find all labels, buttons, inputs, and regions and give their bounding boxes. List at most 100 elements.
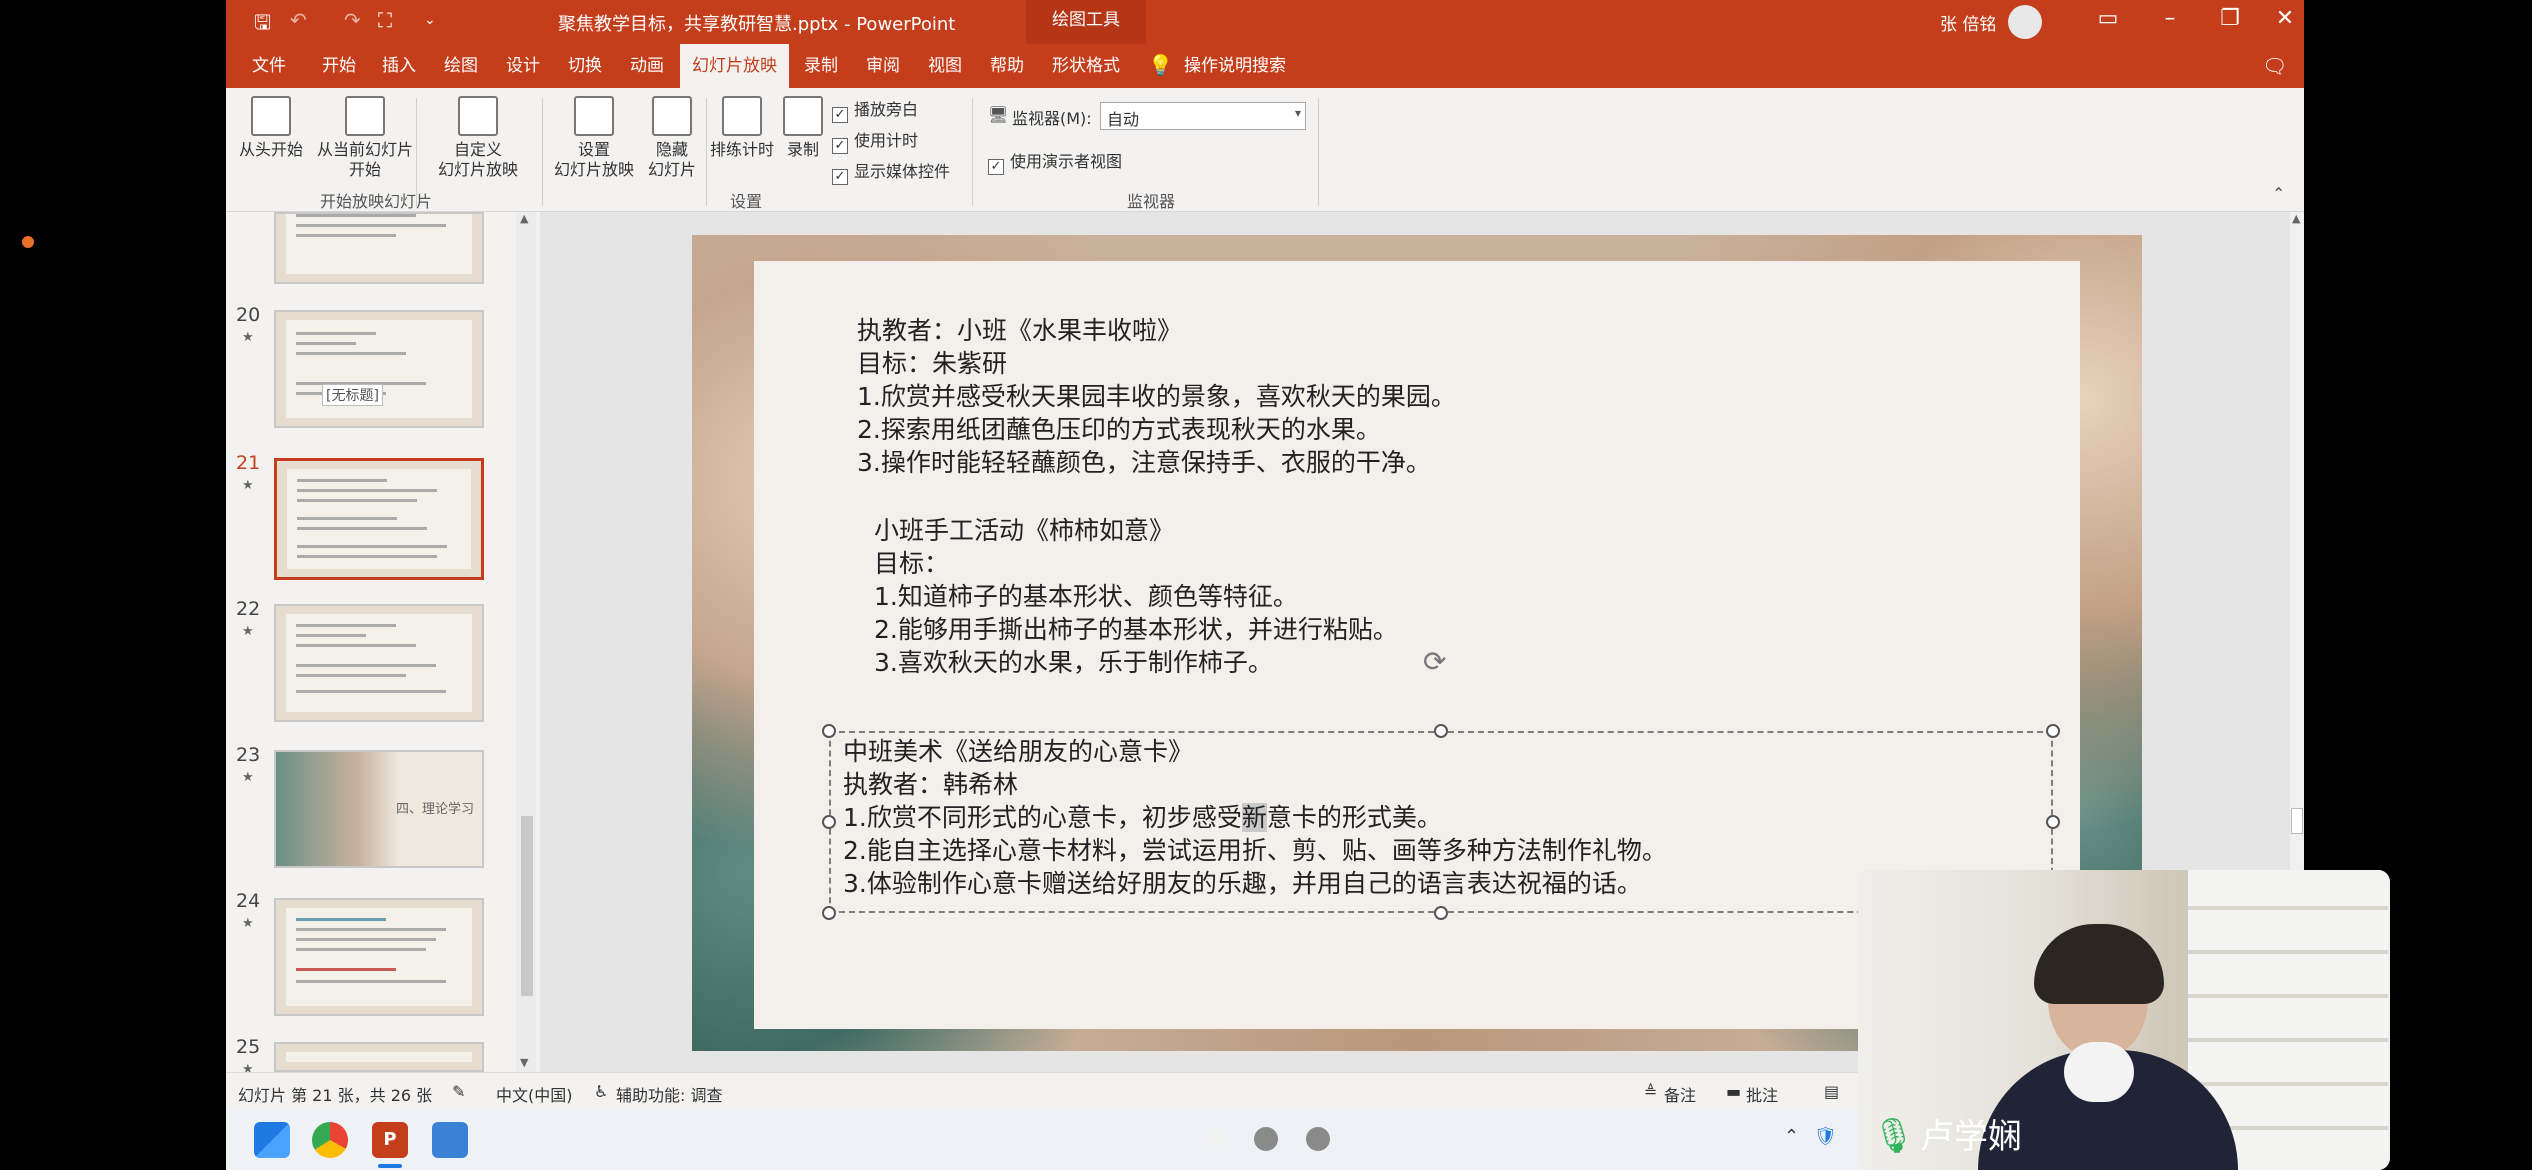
tab-record[interactable]: 录制 [800, 44, 842, 88]
spelling-icon[interactable]: ✎ [452, 1082, 465, 1101]
divider [972, 98, 973, 206]
thumbnail-slide-23[interactable]: 四、理论学习 [274, 750, 484, 868]
save-icon[interactable]: 🖫 [254, 8, 271, 42]
thumbnail-slide-24[interactable] [274, 898, 484, 1016]
notes-button[interactable]: 备注 [1664, 1082, 1696, 1106]
photos-icon[interactable] [432, 1122, 468, 1158]
comment-icon: ▬ [1726, 1082, 1742, 1101]
window-title: 聚焦教学目标，共享教研智慧.pptx - PowerPoint [558, 14, 956, 35]
resize-handle[interactable] [2046, 815, 2060, 829]
redo-icon[interactable]: ↷ [344, 8, 361, 32]
checkbox-timings[interactable]: ✓ 使用计时 [832, 127, 918, 154]
active-app-indicator [378, 1164, 402, 1168]
collapse-ribbon-icon[interactable]: ⌃ [2272, 184, 2285, 203]
avatar[interactable] [2008, 5, 2042, 39]
text-block-3[interactable]: 中班美术《送给朋友的心意卡》 执教者：韩希林 1.欣赏不同形式的心意卡，初步感受… [843, 735, 1667, 900]
resize-handle[interactable] [822, 815, 836, 829]
comments-button[interactable]: 批注 [1746, 1082, 1778, 1106]
presenter-view-label: 使用演示者视图 [1010, 152, 1123, 171]
from-current-button[interactable]: 从当前幻灯片 开始 [310, 96, 420, 180]
slide-number: 24 [236, 890, 261, 912]
page-dot[interactable] [1306, 1127, 1330, 1151]
tray-overflow-icon[interactable]: ⌃ [1784, 1126, 1799, 1147]
tab-design[interactable]: 设计 [502, 44, 544, 88]
accessibility-status[interactable]: 辅助功能: 调查 [616, 1082, 722, 1106]
page-dot[interactable] [1254, 1127, 1278, 1151]
tab-insert[interactable]: 插入 [378, 44, 420, 88]
scrollbar-thumb[interactable] [521, 816, 533, 996]
normal-view-icon[interactable]: ▤ [1824, 1082, 1839, 1101]
scrollbar-thumb[interactable] [2291, 808, 2303, 834]
thumbnail-title: 四、理论学习 [396, 802, 475, 817]
thumbnails-scrollbar[interactable]: ▲ ▼ [516, 212, 536, 1072]
tab-draw[interactable]: 绘图 [440, 44, 482, 88]
custom-show-icon [458, 96, 498, 136]
monitor-select[interactable]: 自动 ▾ [1100, 102, 1306, 130]
tab-help[interactable]: 帮助 [986, 44, 1028, 88]
comments-icon[interactable]: 🗨 [2262, 54, 2287, 78]
windows-start-icon[interactable] [254, 1122, 290, 1158]
record-button[interactable]: 录制 [776, 96, 830, 160]
scroll-up-icon[interactable]: ▲ [520, 212, 528, 225]
tab-home[interactable]: 开始 [318, 44, 360, 88]
slideshow-start-icon [251, 96, 291, 136]
slide-number: 20 [236, 304, 261, 326]
tab-review[interactable]: 审阅 [862, 44, 904, 88]
restore-icon[interactable]: ❐ [2210, 6, 2250, 31]
hide-slide-icon [652, 96, 692, 136]
setup-show-button[interactable]: 设置 幻灯片放映 [546, 96, 642, 180]
text-block-1[interactable]: 执教者：小班《水果丰收啦》 目标：朱紫研 1.欣赏并感受秋天果园丰收的景象，喜欢… [857, 314, 1456, 479]
from-current-label-2: 开始 [348, 160, 381, 179]
resize-handle[interactable] [2046, 724, 2060, 738]
resize-handle[interactable] [1434, 906, 1448, 920]
rehearse-timings-button[interactable]: 排练计时 [702, 96, 782, 160]
ribbon: 从头开始 从当前幻灯片 开始 自定义 幻灯片放映 开始放映幻灯片 设置 幻灯片放… [226, 88, 2304, 212]
thumbnail-slide-20[interactable]: [无标题] [274, 310, 484, 428]
rotate-handle-icon[interactable]: ⟳ [1423, 645, 1446, 678]
tell-me-search[interactable]: 操作说明搜索 [1180, 44, 1290, 88]
hide-slide-button[interactable]: 隐藏 幻灯片 [642, 96, 702, 180]
timings-label: 使用计时 [854, 131, 919, 150]
chevron-down-icon: ▾ [1294, 106, 1301, 120]
text-block-2[interactable]: 小班手工活动《柿柿如意》 目标： 1.知道柿子的基本形状、颜色等特征。 2.能够… [874, 514, 1398, 679]
customize-qat-icon[interactable]: ⌄ [424, 12, 436, 28]
webcam-video: 🎙 卢学娴 [1858, 870, 2390, 1170]
close-icon[interactable]: ✕ [2270, 6, 2300, 31]
checkbox-narration[interactable]: ✓ 播放旁白 [832, 96, 918, 123]
tab-file[interactable]: 文件 [248, 44, 290, 88]
language-status[interactable]: 中文(中国) [496, 1082, 573, 1106]
group-setup-label: 设置 [729, 192, 762, 211]
setup-show-icon [574, 96, 614, 136]
tab-transitions[interactable]: 切换 [564, 44, 606, 88]
divider [1318, 98, 1319, 206]
monitor-label: 监视器(M): [1012, 109, 1092, 128]
chrome-icon[interactable] [312, 1122, 348, 1158]
accessibility-icon: ♿ [594, 1082, 609, 1101]
tab-shape-format[interactable]: 形状格式 [1048, 44, 1124, 88]
text-line: 2.探索用纸团蘸色压印的方式表现秋天的水果。 [857, 415, 1381, 444]
custom-show-button[interactable]: 自定义 幻灯片放映 [422, 96, 534, 180]
hide-slide-label-2: 幻灯片 [647, 160, 696, 179]
security-icon[interactable]: 🛡 [1814, 1126, 1837, 1147]
tab-view[interactable]: 视图 [924, 44, 966, 88]
checkbox-media-controls[interactable]: ✓ 显示媒体控件 [832, 158, 950, 185]
tab-animations[interactable]: 动画 [626, 44, 668, 88]
thumbnail-slide-25[interactable] [274, 1042, 484, 1072]
thumbnail-slide-19[interactable] [274, 212, 484, 284]
resize-handle[interactable] [822, 906, 836, 920]
checkbox-presenter-view[interactable]: ✓ 使用演示者视图 [988, 148, 1122, 175]
resize-handle[interactable] [822, 724, 836, 738]
present-icon[interactable]: ⛶ [378, 8, 392, 32]
tab-slideshow[interactable]: 幻灯片放映 [680, 44, 789, 88]
thumbnail-slide-21-selected[interactable] [274, 458, 484, 580]
minimize-icon[interactable]: – [2150, 6, 2190, 31]
page-dot-active[interactable] [1202, 1127, 1226, 1151]
from-start-button[interactable]: 从头开始 [236, 96, 306, 160]
scroll-up-icon[interactable]: ▲ [2292, 212, 2300, 225]
user-name[interactable]: 张 倍铭 [1940, 10, 1996, 35]
scroll-down-icon[interactable]: ▼ [520, 1056, 528, 1069]
undo-icon[interactable]: ↶ [290, 8, 307, 32]
thumbnail-slide-22[interactable] [274, 604, 484, 722]
powerpoint-icon[interactable]: P [372, 1122, 408, 1158]
ribbon-display-icon[interactable]: ▭ [2088, 6, 2128, 31]
